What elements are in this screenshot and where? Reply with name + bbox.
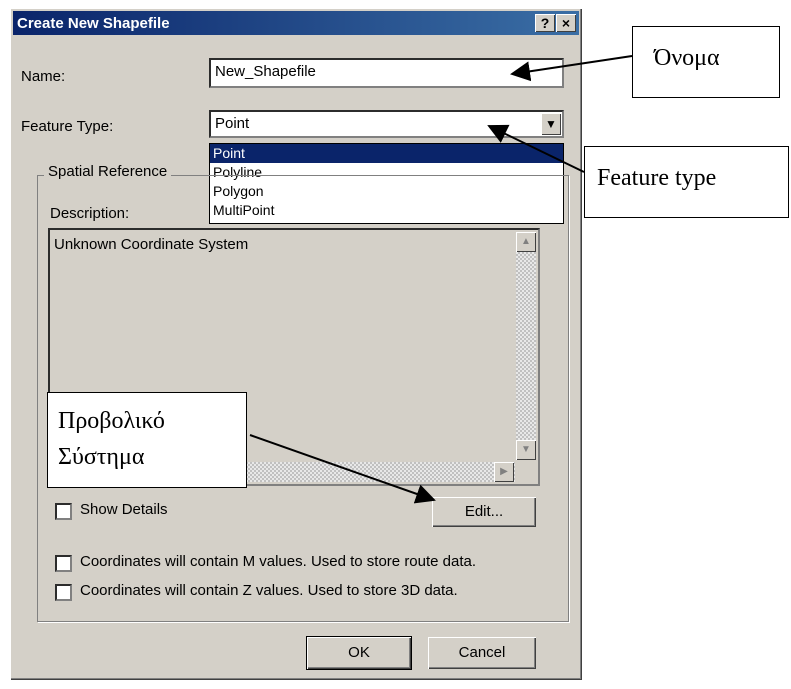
name-arrow: [510, 55, 633, 82]
callout-arrows: [249, 55, 633, 504]
feature-type-arrow: [487, 124, 585, 173]
projection-arrow: [249, 434, 436, 504]
